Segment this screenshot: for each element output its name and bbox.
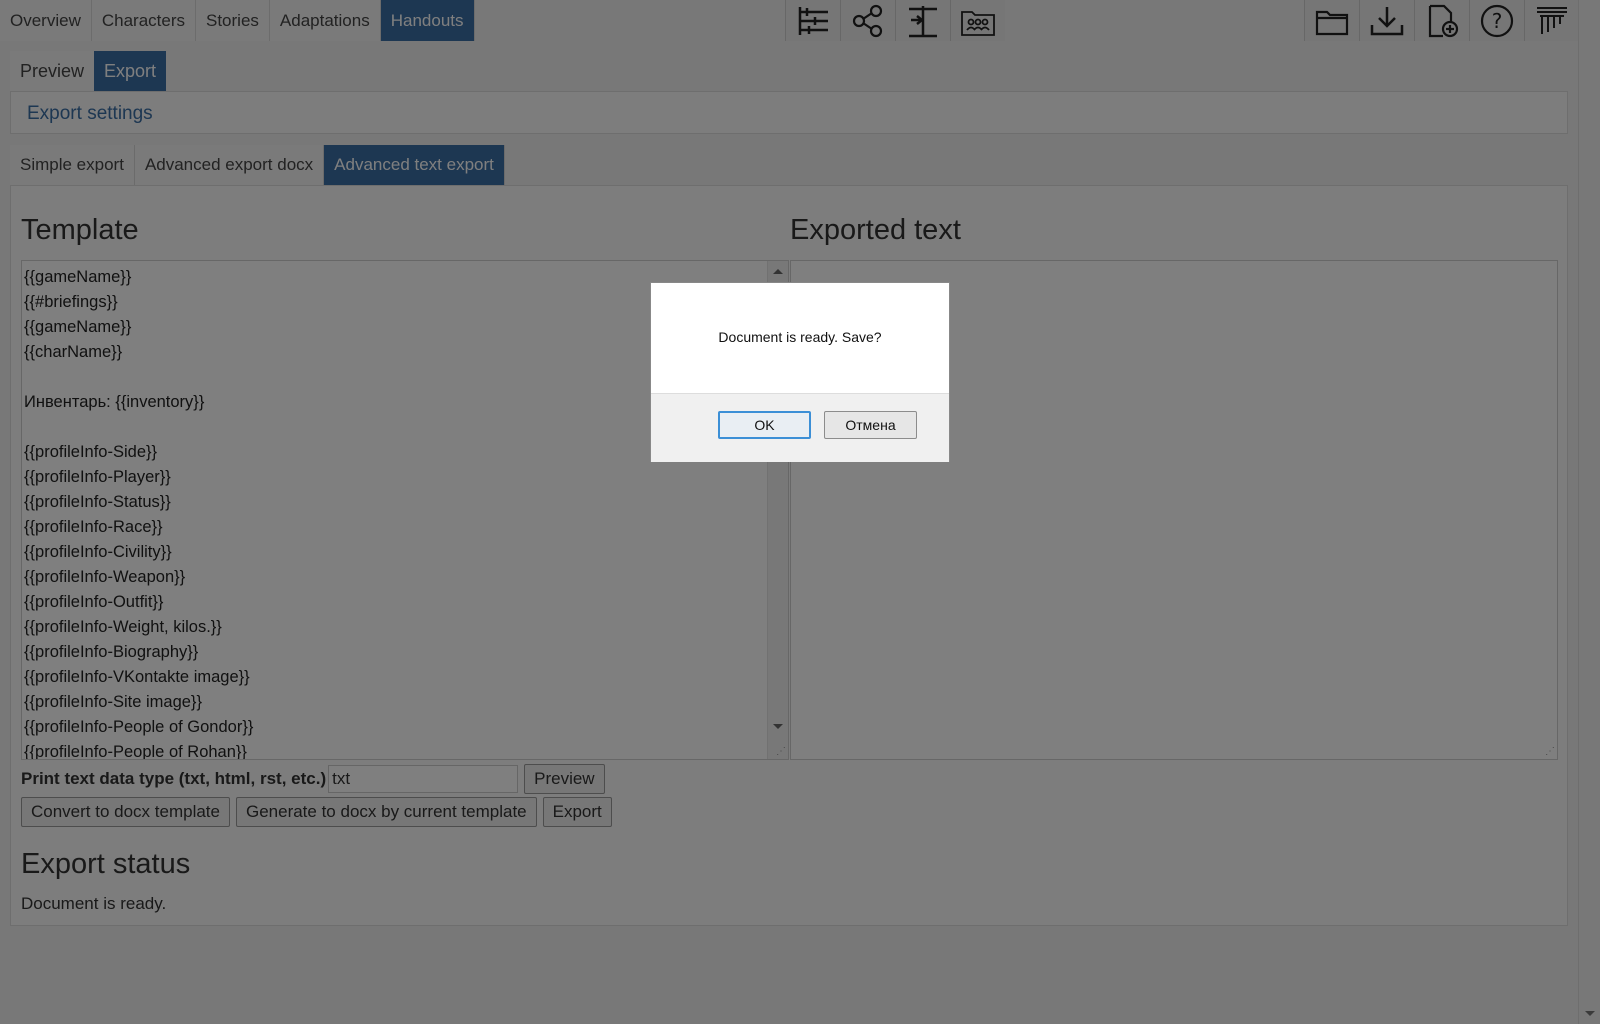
- confirm-dialog: Document is ready. Save? OK Отмена: [650, 282, 950, 462]
- modal-overlay: [0, 0, 1600, 1024]
- dialog-message: Document is ready. Save?: [718, 329, 882, 345]
- cancel-button[interactable]: Отмена: [824, 411, 917, 439]
- ok-button[interactable]: OK: [718, 411, 811, 439]
- dialog-footer: OK Отмена: [651, 393, 949, 462]
